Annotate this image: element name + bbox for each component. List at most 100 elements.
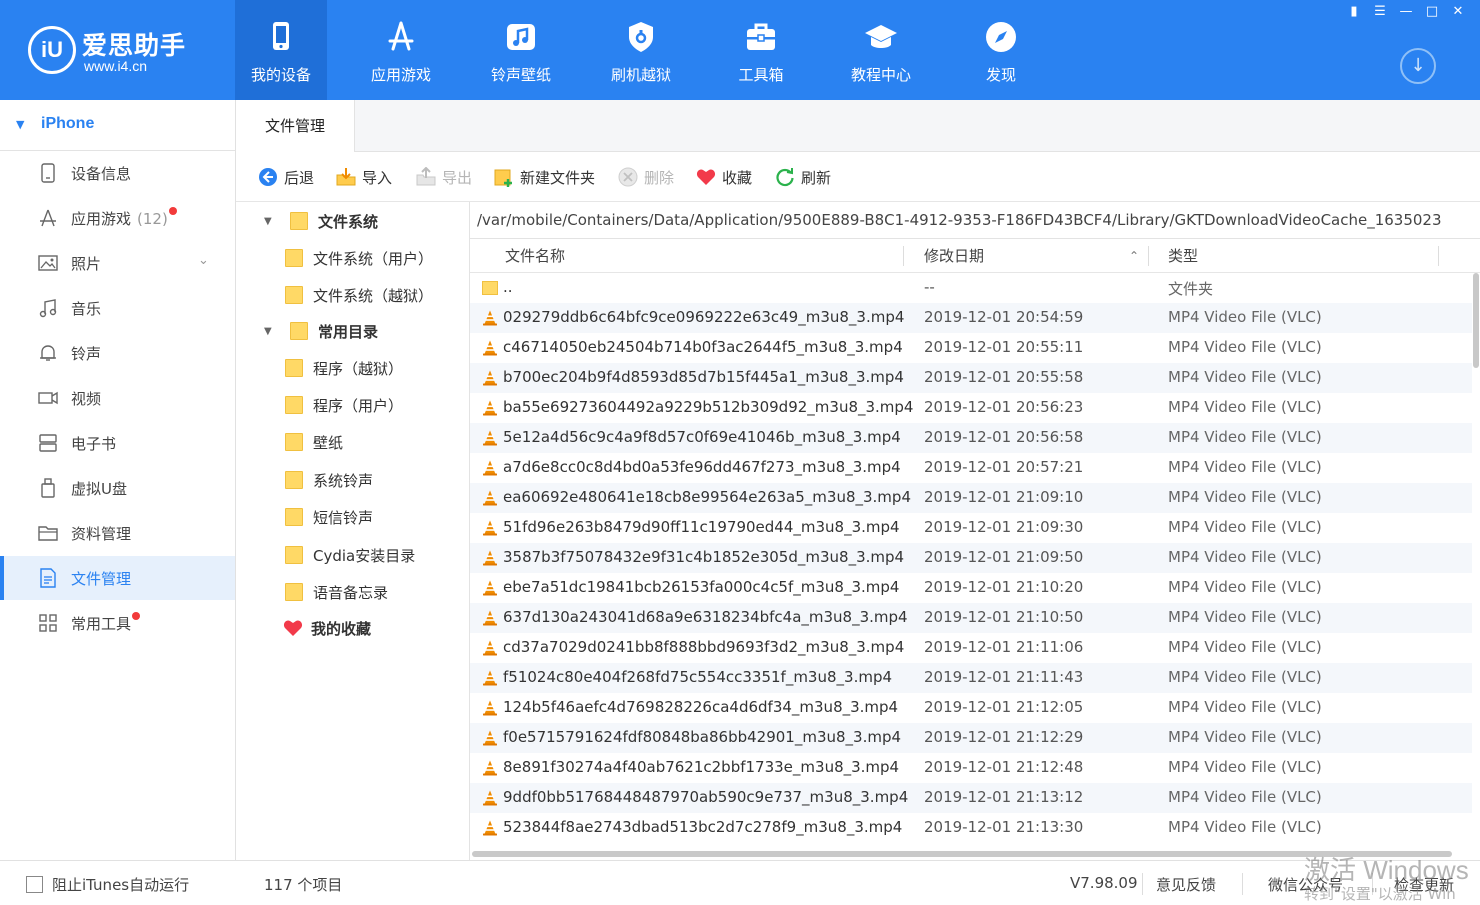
tree-node-common-dirs[interactable]: ▼ 常用目录 — [264, 319, 378, 343]
shirt-skin-icon[interactable]: ▮ — [1344, 3, 1364, 21]
sidebar-item-common-tools[interactable]: 常用工具 — [0, 601, 235, 645]
tab-file-management[interactable]: 文件管理 — [236, 100, 355, 152]
sidebar-item-video[interactable]: 视频 — [0, 376, 235, 420]
column-header-name[interactable]: 文件名称 — [505, 239, 565, 273]
nav-label: 教程中心 — [850, 66, 911, 84]
nav-apps-games[interactable]: 应用游戏 — [355, 0, 447, 100]
horizontal-scrollbar[interactable] — [472, 851, 1452, 857]
table-row[interactable]: c46714050eb24504b714b0f3ac2644f5_m3u8_3.… — [470, 333, 1472, 363]
sidebar-item-ringtones[interactable]: 铃声 — [0, 331, 235, 375]
music-icon — [507, 24, 535, 50]
nav-toolbox[interactable]: 工具箱 — [715, 0, 807, 100]
back-button[interactable]: 后退 — [258, 166, 314, 188]
chevron-down-icon[interactable]: ⌄ — [198, 253, 209, 268]
table-row[interactable]: ebe7a51dc19841bcb26153fa000c4c5f_m3u8_3.… — [470, 573, 1472, 603]
tree-node-voice-memos[interactable]: 语音备忘录 — [285, 580, 388, 604]
expand-triangle-icon[interactable]: ▼ — [264, 326, 276, 337]
maximize-icon[interactable]: □ — [1422, 3, 1442, 21]
vlc-cone-icon — [482, 670, 498, 686]
vlc-cone-icon — [482, 820, 498, 836]
table-row[interactable]: ba55e69273604492a9229b512b309d92_m3u8_3.… — [470, 393, 1472, 423]
column-divider[interactable] — [1148, 246, 1149, 266]
tree-label: 常用目录 — [318, 322, 379, 341]
download-icon[interactable]: ↓ — [1400, 48, 1436, 84]
column-divider[interactable] — [903, 246, 904, 266]
sidebar-item-device-info[interactable]: 设备信息 — [0, 151, 235, 195]
tree-node-filesystem-jailbreak[interactable]: 文件系统（越狱） — [285, 283, 433, 307]
table-row[interactable]: 3587b3f75078432e9f31c4b1852e305d_m3u8_3.… — [470, 543, 1472, 573]
refresh-button[interactable]: 刷新 — [775, 166, 831, 188]
table-row[interactable]: 523844f8ae2743dbad513bc2d7c278f9_m3u8_3.… — [470, 813, 1472, 843]
feedback-link[interactable]: 意见反馈 — [1156, 874, 1216, 895]
new-folder-button[interactable]: 新建文件夹 — [494, 166, 595, 188]
folder-icon — [38, 526, 58, 541]
nav-ringtones-wallpaper[interactable]: 铃声壁纸 — [475, 0, 567, 100]
table-row[interactable]: f51024c80e404f268fd75c554cc3351f_m3u8_3.… — [470, 663, 1472, 693]
nav-flash-jailbreak[interactable]: 刷机越狱 — [595, 0, 687, 100]
table-header: 文件名称 修改日期 ⌃ 类型 — [470, 239, 1480, 273]
vertical-scrollbar[interactable] — [1473, 273, 1479, 368]
nav-label: 发现 — [985, 66, 1016, 84]
close-icon[interactable]: ✕ — [1448, 3, 1468, 21]
minimize-icon[interactable]: — — [1396, 3, 1416, 21]
file-type: MP4 Video File (VLC) — [1168, 398, 1322, 416]
file-name: f0e5715791624fdf80848ba86bb42901_m3u8_3.… — [503, 728, 902, 746]
device-header[interactable]: ▼ iPhone — [0, 100, 235, 151]
tree-node-apps-user[interactable]: 程序（用户） — [285, 393, 403, 417]
device-info-icon — [41, 163, 55, 183]
tree-node-system-ringtones[interactable]: 系统铃声 — [285, 468, 373, 492]
back-arrow-icon — [259, 168, 277, 186]
sidebar-item-file-management[interactable]: 文件管理 — [0, 556, 235, 600]
sidebar-item-photos[interactable]: 照片 ⌄ — [0, 241, 235, 285]
export-button[interactable]: 导出 — [416, 166, 472, 188]
table-row[interactable]: 124b5f46aefc4d769828226ca4d6df34_m3u8_3.… — [470, 693, 1472, 723]
tree-node-filesystem[interactable]: ▼ 文件系统 — [264, 209, 378, 233]
block-itunes-label[interactable]: 阻止iTunes自动运行 — [52, 874, 189, 895]
nav-discover[interactable]: 发现 — [955, 0, 1047, 100]
nav-my-device[interactable]: 我的设备 — [235, 0, 327, 100]
sidebar-item-label: 虚拟U盘 — [71, 480, 127, 498]
tree-node-sms-ringtones[interactable]: 短信铃声 — [285, 505, 373, 529]
tree-node-filesystem-user[interactable]: 文件系统（用户） — [285, 246, 433, 270]
sidebar-item-data-management[interactable]: 资料管理 — [0, 511, 235, 555]
path-bar[interactable]: /var/mobile/Containers/Data/Application/… — [470, 202, 1480, 239]
tree-node-wallpaper[interactable]: 壁纸 — [285, 430, 343, 454]
table-row[interactable]: 9ddf0bb51768448487970ab590c9e737_m3u8_3.… — [470, 783, 1472, 813]
column-header-type[interactable]: 类型 — [1168, 239, 1198, 273]
favorite-button[interactable]: 收藏 — [696, 166, 752, 188]
table-row[interactable]: b700ec204b9f4d8593d85d7b15f445a1_m3u8_3.… — [470, 363, 1472, 393]
table-row[interactable]: f0e5715791624fdf80848ba86bb42901_m3u8_3.… — [470, 723, 1472, 753]
table-row[interactable]: 8e891f30274a4f40ab7621c2bbf1733e_m3u8_3.… — [470, 753, 1472, 783]
table-row[interactable]: 637d130a243041d68a9e6318234bfc4a_m3u8_3.… — [470, 603, 1472, 633]
sidebar-item-apps[interactable]: 应用游戏 (12) — [0, 196, 235, 240]
table-row[interactable]: 029279ddb6c64bfc9ce0969222e63c49_m3u8_3.… — [470, 303, 1472, 333]
sidebar-item-label: 应用游戏 (12) — [71, 207, 177, 229]
tree-node-favorites[interactable]: 我的收藏 — [283, 616, 371, 640]
new-folder-label: 新建文件夹 — [520, 168, 596, 187]
sidebar-item-ebooks[interactable]: 电子书 — [0, 421, 235, 465]
block-itunes-checkbox[interactable] — [26, 876, 43, 893]
tree-node-cydia[interactable]: Cydia安装目录 — [285, 543, 415, 567]
expand-triangle-icon[interactable]: ▼ — [264, 216, 276, 227]
table-row[interactable]: ea60692e480641e18cb8e99564e263a5_m3u8_3.… — [470, 483, 1472, 513]
collapse-triangle-icon[interactable]: ▼ — [16, 118, 24, 131]
column-header-date[interactable]: 修改日期 — [924, 239, 984, 273]
tree-label: 壁纸 — [313, 433, 344, 452]
table-row[interactable]: .. -- 文件夹 — [470, 273, 1472, 303]
import-button[interactable]: 导入 — [336, 166, 392, 188]
tree-node-apps-jailbreak[interactable]: 程序（越狱） — [285, 356, 403, 380]
delete-button[interactable]: 删除 — [618, 166, 674, 188]
sidebar-item-virtual-usb[interactable]: 虚拟U盘 — [0, 466, 235, 510]
column-divider[interactable] — [1438, 246, 1439, 266]
nav-tutorials[interactable]: 教程中心 — [835, 0, 927, 100]
sort-ascending-icon[interactable]: ⌃ — [1129, 239, 1139, 273]
table-row[interactable]: 5e12a4d56c9c4a9f8d57c0f69e41046b_m3u8_3.… — [470, 423, 1472, 453]
folder-icon — [285, 583, 303, 601]
table-row[interactable]: cd37a7029d0241bb8f888bbd9693f3d2_m3u8_3.… — [470, 633, 1472, 663]
check-update-link[interactable]: 检查更新 — [1394, 874, 1454, 895]
table-row[interactable]: 51fd96e263b8479d90ff11c19790ed44_m3u8_3.… — [470, 513, 1472, 543]
table-row[interactable]: a7d6e8cc0c8d4bd0a53fe96dd467f273_m3u8_3.… — [470, 453, 1472, 483]
wechat-link[interactable]: 微信公众号 — [1268, 874, 1343, 895]
sidebar-item-music[interactable]: 音乐 — [0, 286, 235, 330]
menu-icon[interactable]: ☰ — [1370, 3, 1390, 21]
